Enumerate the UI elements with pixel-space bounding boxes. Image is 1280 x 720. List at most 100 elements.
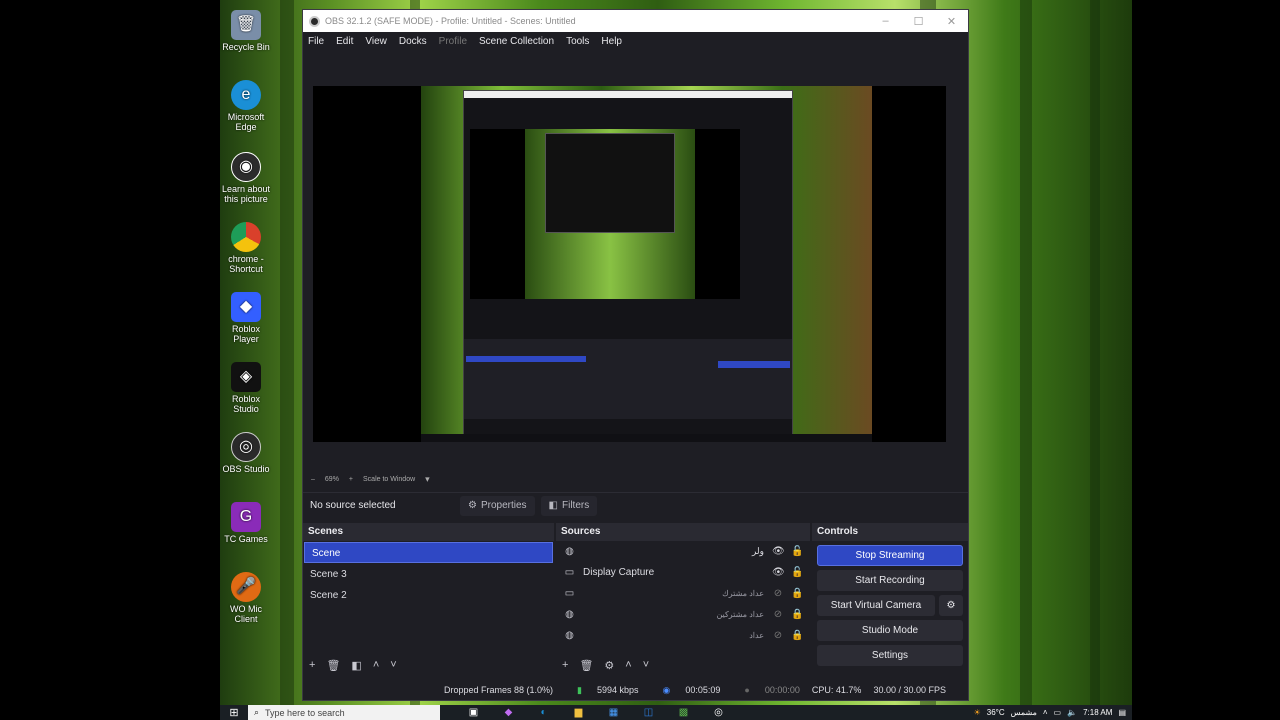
add-source-button[interactable]: + bbox=[562, 659, 568, 671]
menu-view[interactable]: View bbox=[365, 36, 387, 47]
notifications-icon[interactable]: ▤ bbox=[1118, 708, 1126, 717]
chevron-down-icon[interactable]: ▾ bbox=[425, 474, 430, 485]
filters-button[interactable]: ◧ Filters bbox=[540, 495, 598, 516]
controls-header: Controls bbox=[812, 523, 968, 541]
virtual-camera-settings-gear-icon[interactable]: ⚙ bbox=[939, 595, 963, 616]
program-preview[interactable] bbox=[313, 86, 946, 442]
properties-button[interactable]: ⚙ Properties bbox=[460, 495, 535, 516]
roblox-studio-icon: ◈ bbox=[231, 362, 261, 392]
title-bar[interactable]: OBS 32.1.2 (SAFE MODE) - Profile: Untitl… bbox=[303, 10, 968, 32]
source-item[interactable]: ◍ عداد مشتركين ⊘ 🔒 bbox=[556, 604, 810, 625]
desktop-icon-learn-picture[interactable]: ◉ Learn about this picture bbox=[220, 152, 272, 204]
move-down-button[interactable]: ˅ bbox=[643, 659, 649, 671]
clock[interactable]: 7:18 AM bbox=[1083, 708, 1112, 717]
chevron-up-icon[interactable]: ˄ bbox=[1043, 708, 1048, 717]
menu-file[interactable]: File bbox=[308, 36, 324, 47]
hidden-eye-icon[interactable]: ⊘ bbox=[772, 588, 784, 599]
source-item[interactable]: ▭ Display Capture 👁 🔓 bbox=[556, 562, 810, 583]
move-up-button[interactable]: ˄ bbox=[625, 659, 631, 671]
copilot-icon[interactable]: ◆ bbox=[491, 707, 526, 718]
settings-button[interactable]: Settings bbox=[817, 645, 963, 666]
monitor-icon: ▭ bbox=[564, 567, 575, 578]
weather-temp[interactable]: 36°C bbox=[987, 708, 1005, 717]
dropped-frames: Dropped Frames 88 (1.0%) bbox=[443, 685, 554, 695]
start-virtual-camera-button[interactable]: Start Virtual Camera bbox=[817, 595, 935, 616]
visibility-eye-icon[interactable]: 👁 bbox=[772, 567, 785, 578]
chrome-icon bbox=[231, 222, 261, 252]
hidden-eye-icon[interactable]: ⊘ bbox=[772, 609, 784, 620]
window-title: OBS 32.1.2 (SAFE MODE) - Profile: Untitl… bbox=[325, 16, 576, 26]
edge-icon: e bbox=[231, 80, 261, 110]
add-scene-button[interactable]: + bbox=[309, 659, 315, 671]
menu-docks[interactable]: Docks bbox=[399, 36, 427, 47]
minimize-button[interactable]: – bbox=[869, 15, 902, 28]
scene-item[interactable]: Scene 3 bbox=[303, 564, 554, 585]
hidden-eye-icon[interactable]: ⊘ bbox=[772, 630, 784, 641]
stream-icon: ◉ bbox=[662, 684, 671, 695]
move-up-button[interactable]: ˄ bbox=[373, 659, 379, 671]
source-item[interactable]: ▭ عداد مشترك ⊘ 🔒 bbox=[556, 583, 810, 604]
scale-mode-select[interactable]: Scale to Window bbox=[363, 476, 415, 483]
weather-icon: ☀ bbox=[973, 708, 981, 717]
start-recording-button[interactable]: Start Recording bbox=[817, 570, 963, 591]
preview-nested-obs bbox=[463, 90, 793, 438]
selected-source-label: No source selected bbox=[310, 500, 396, 511]
camera-icon: ◉ bbox=[231, 152, 261, 182]
remove-scene-button[interactable]: 🗑 bbox=[326, 659, 340, 672]
scene-item[interactable]: Scene 2 bbox=[303, 585, 554, 606]
menu-scene-collection[interactable]: Scene Collection bbox=[479, 36, 554, 47]
weather-label: مشمس bbox=[1010, 708, 1037, 717]
zoom-bar: – 69% + Scale to Window ▾ bbox=[303, 473, 968, 486]
menu-edit[interactable]: Edit bbox=[336, 36, 353, 47]
desktop-icon-wo-mic[interactable]: 🎤 WO Mic Client bbox=[220, 572, 272, 624]
volume-icon[interactable]: 🔈 bbox=[1067, 708, 1077, 717]
unlock-icon[interactable]: 🔓 bbox=[791, 546, 803, 557]
outlook-icon[interactable]: ◫ bbox=[631, 707, 666, 718]
file-explorer-icon[interactable]: ▆ bbox=[561, 707, 596, 718]
task-view-icon[interactable]: ▣ bbox=[456, 707, 491, 718]
windows-start-icon[interactable]: ⊞ bbox=[220, 706, 248, 719]
scene-filters-button[interactable]: ◧ bbox=[351, 659, 361, 672]
close-button[interactable]: ✕ bbox=[935, 15, 968, 28]
lock-icon[interactable]: 🔒 bbox=[791, 630, 803, 641]
source-item[interactable]: ◍ عداد ⊘ 🔒 bbox=[556, 625, 810, 646]
studio-mode-button[interactable]: Studio Mode bbox=[817, 620, 963, 641]
menu-tools[interactable]: Tools bbox=[566, 36, 589, 47]
desktop-icon-roblox-studio[interactable]: ◈ Roblox Studio bbox=[220, 362, 272, 414]
zoom-out-button[interactable]: – bbox=[311, 476, 315, 483]
lock-icon[interactable]: 🔒 bbox=[791, 609, 803, 620]
taskbar-search[interactable]: ⌕ Type here to search bbox=[248, 705, 440, 720]
unlock-icon[interactable]: 🔓 bbox=[791, 567, 803, 578]
visibility-eye-icon[interactable]: 👁 bbox=[772, 546, 785, 557]
desktop-icon-obs[interactable]: ◎ OBS Studio bbox=[220, 432, 272, 474]
desktop-icon-roblox-player[interactable]: ◆ Roblox Player bbox=[220, 292, 272, 344]
desktop-icon-chrome[interactable]: chrome - Shortcut bbox=[220, 222, 272, 274]
obs-icon[interactable]: ◎ bbox=[701, 707, 736, 718]
scene-item[interactable]: Scene bbox=[304, 542, 553, 563]
source-item[interactable]: ◍ ولر 👁 🔓 bbox=[556, 541, 810, 562]
desktop-icon-recycle-bin[interactable]: 🗑 Recycle Bin bbox=[220, 10, 272, 52]
edge-icon[interactable]: ◐ bbox=[526, 707, 561, 718]
move-down-button[interactable]: ˅ bbox=[390, 659, 396, 671]
store-icon[interactable]: ▦ bbox=[596, 707, 631, 718]
stop-streaming-button[interactable]: Stop Streaming bbox=[817, 545, 963, 566]
app-icon[interactable]: ▩ bbox=[666, 707, 701, 718]
search-icon: ⌕ bbox=[254, 707, 260, 717]
scenes-toolbar: + 🗑 ◧ ˄ ˅ bbox=[303, 654, 554, 676]
network-icon[interactable]: ▭ bbox=[1054, 708, 1062, 717]
tc-games-icon: G bbox=[231, 502, 261, 532]
zoom-in-button[interactable]: + bbox=[349, 476, 353, 483]
remove-source-button[interactable]: 🗑 bbox=[579, 659, 593, 672]
scenes-header: Scenes bbox=[303, 523, 554, 541]
desktop-icon-edge[interactable]: e Microsoft Edge bbox=[220, 80, 272, 132]
source-properties-button[interactable]: ⚙ bbox=[604, 659, 614, 672]
taskbar: ⊞ ⌕ Type here to search ▣ ◆ ◐ ▆ ▦ ◫ ▩ ◎ … bbox=[220, 705, 1132, 720]
menu-profile[interactable]: Profile bbox=[439, 36, 467, 47]
maximize-button[interactable]: ☐ bbox=[902, 15, 935, 28]
record-time: 00:00:00 bbox=[764, 685, 800, 695]
fps: 30.00 / 30.00 FPS bbox=[873, 685, 946, 695]
menu-help[interactable]: Help bbox=[601, 36, 622, 47]
microphone-icon: 🎤 bbox=[231, 572, 261, 602]
desktop-icon-tc-games[interactable]: G TC Games bbox=[220, 502, 272, 544]
lock-icon[interactable]: 🔒 bbox=[791, 588, 803, 599]
